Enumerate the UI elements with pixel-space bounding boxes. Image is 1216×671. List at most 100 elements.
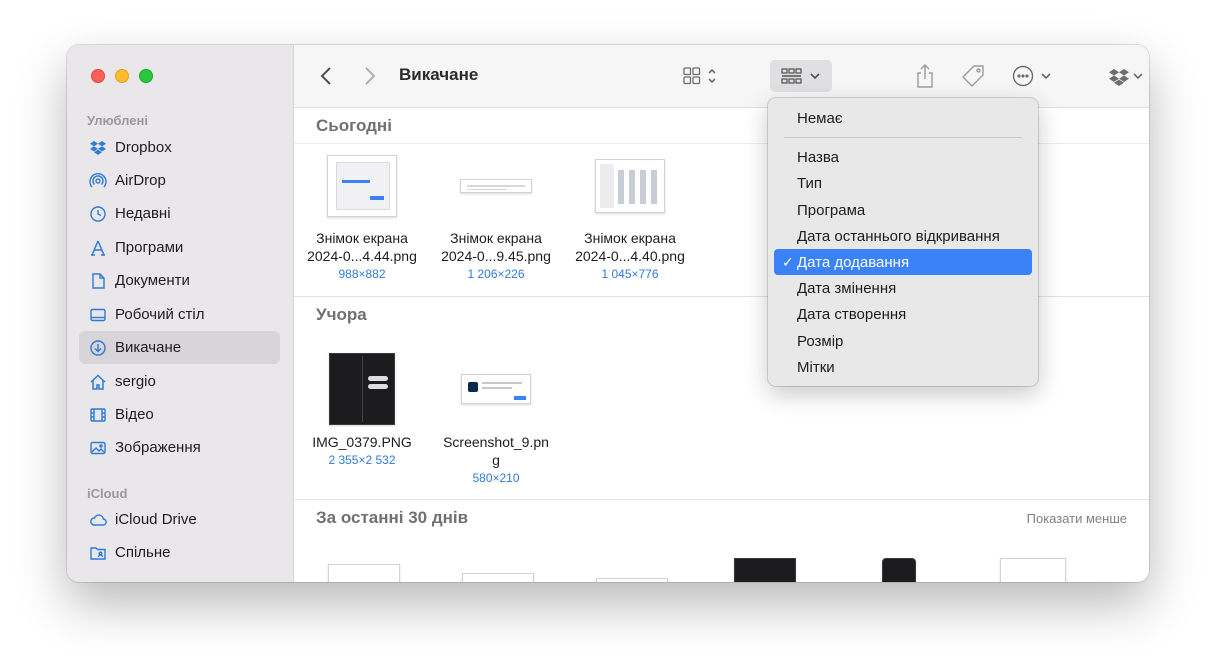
tag-icon — [962, 65, 984, 87]
file-name: Знімок екрана 2024-0...9.45.png — [441, 230, 551, 264]
dropbox-icon — [1109, 69, 1143, 86]
file-thumbnail[interactable] — [462, 573, 534, 582]
menu-item-tags[interactable]: Мітки — [774, 354, 1032, 380]
more-actions-button[interactable] — [1010, 62, 1058, 90]
menu-item-kind[interactable]: Тип — [774, 170, 1032, 196]
sidebar-item-icloud-drive[interactable]: iCloud Drive — [79, 503, 280, 536]
icon-view-icon — [683, 67, 716, 85]
sidebar-item-label: Недавні — [115, 205, 171, 222]
menu-item-size[interactable]: Розмір — [774, 328, 1032, 354]
film-icon — [89, 406, 107, 424]
dropbox-menu-button[interactable] — [1104, 62, 1149, 90]
dropbox-icon — [89, 139, 107, 157]
file-thumbnail — [460, 179, 532, 193]
home-icon — [89, 373, 107, 391]
tags-button[interactable] — [959, 62, 987, 90]
sidebar-item-label: Робочий стіл — [115, 306, 205, 323]
share-button[interactable] — [914, 62, 936, 90]
sidebar-item-label: Зображення — [115, 439, 201, 456]
file-thumbnail — [461, 374, 531, 404]
menu-item-date-modified[interactable]: Дата змінення — [774, 275, 1032, 301]
sidebar-item-home[interactable]: sergio — [79, 365, 280, 398]
sidebar-item-label: Викачане — [115, 339, 182, 356]
checkmark-icon: ✓ — [782, 253, 794, 270]
file-thumbnail[interactable] — [882, 558, 916, 582]
clock-icon — [89, 205, 107, 223]
file-dimensions: 580×210 — [472, 471, 520, 485]
group-icon — [781, 68, 820, 84]
section-title: Учора — [316, 305, 367, 324]
shared-folder-icon — [89, 544, 107, 562]
file-thumbnail[interactable] — [734, 558, 796, 582]
file-item[interactable]: IMG_0379.PNG 2 355×2 532 — [295, 353, 429, 468]
file-item[interactable]: Знімок екрана 2024-0...4.44.png 988×882 — [295, 155, 429, 282]
menu-item-date-last-opened[interactable]: Дата останнього відкривання — [774, 223, 1032, 249]
sidebar-item-desktop[interactable]: Робочий стіл — [79, 298, 280, 331]
menu-item-none[interactable]: Немає — [774, 105, 1032, 131]
section-title: За останні 30 днів — [316, 508, 469, 527]
file-thumbnail[interactable] — [328, 564, 400, 582]
desktop-icon — [89, 306, 107, 324]
applications-icon — [89, 239, 107, 257]
group-by-menu: Немає Назва Тип Програма Дата останнього… — [768, 98, 1038, 386]
file-thumbnail[interactable] — [1000, 558, 1066, 582]
ellipsis-circle-icon — [1012, 65, 1051, 87]
file-item[interactable]: Знімок екрана 2024-0...4.40.png 1 045×776 — [563, 155, 697, 282]
file-name: Знімок екрана 2024-0...4.44.png — [307, 230, 417, 264]
zoom-window-button[interactable] — [139, 69, 153, 83]
file-thumbnail — [329, 353, 395, 425]
airdrop-icon — [89, 172, 107, 190]
sidebar-item-airdrop[interactable]: AirDrop — [79, 164, 280, 197]
document-icon — [89, 272, 107, 290]
menu-item-name[interactable]: Назва — [774, 144, 1032, 170]
sidebar-item-dropbox[interactable]: Dropbox — [79, 131, 280, 164]
sidebar-item-documents[interactable]: Документи — [79, 264, 280, 297]
file-name: IMG_0379.PNG — [312, 434, 412, 450]
sidebar-item-label: iCloud Drive — [115, 511, 197, 528]
sidebar-item-recents[interactable]: Недавні — [79, 197, 280, 230]
forward-button[interactable] — [360, 65, 380, 87]
section-header-last-30-days: За останні 30 днів Показати менше — [294, 500, 1149, 536]
sidebar-item-label: Спільне — [115, 544, 171, 561]
file-dimensions: 1 206×226 — [467, 267, 525, 281]
sidebar-item-label: Документи — [115, 272, 190, 289]
sidebar-item-applications[interactable]: Програми — [79, 231, 280, 264]
chevron-right-icon — [365, 67, 376, 85]
sidebar-item-shared[interactable]: Спільне — [79, 536, 280, 569]
favorites-heading: Улюблені — [87, 113, 148, 128]
cloud-icon — [89, 511, 107, 529]
sidebar-item-label: AirDrop — [115, 172, 166, 189]
sidebar-item-movies[interactable]: Відео — [79, 398, 280, 431]
menu-item-date-added[interactable]: ✓ Дата додавання — [774, 249, 1032, 275]
file-name: Знімок екрана 2024-0...4.40.png — [575, 230, 685, 264]
file-name: Screenshot_9.pn g — [443, 434, 549, 468]
close-window-button[interactable] — [91, 69, 105, 83]
photo-icon — [89, 439, 107, 457]
menu-separator — [784, 137, 1022, 138]
sidebar-item-label: sergio — [115, 373, 156, 390]
sidebar-item-pictures[interactable]: Зображення — [79, 431, 280, 464]
file-item[interactable]: Знімок екрана 2024-0...9.45.png 1 206×226 — [429, 155, 563, 282]
minimize-window-button[interactable] — [115, 69, 129, 83]
menu-item-date-created[interactable]: Дата створення — [774, 301, 1032, 327]
file-dimensions: 988×882 — [338, 267, 386, 281]
section-title: Сьогодні — [316, 115, 392, 135]
icloud-heading: iCloud — [87, 486, 128, 501]
file-item[interactable]: Screenshot_9.pn g 580×210 — [429, 353, 563, 486]
file-thumbnail — [595, 159, 665, 213]
back-button[interactable] — [316, 65, 336, 87]
file-thumbnail[interactable] — [596, 578, 668, 582]
view-mode-button[interactable] — [680, 64, 724, 88]
sidebar: Улюблені Dropbox AirDrop Недавні Програм… — [67, 45, 294, 582]
show-less-link[interactable]: Показати менше — [1027, 511, 1127, 526]
window-title: Викачане — [399, 65, 479, 84]
sidebar-item-label: Dropbox — [115, 139, 172, 156]
group-by-button[interactable] — [770, 60, 832, 92]
sidebar-item-label: Програми — [115, 239, 184, 256]
sidebar-item-label: Відео — [115, 406, 154, 423]
sidebar-item-downloads[interactable]: Викачане — [79, 331, 280, 364]
menu-item-application[interactable]: Програма — [774, 197, 1032, 223]
share-icon — [917, 64, 933, 88]
download-icon — [89, 339, 107, 357]
file-thumbnail — [327, 155, 397, 217]
